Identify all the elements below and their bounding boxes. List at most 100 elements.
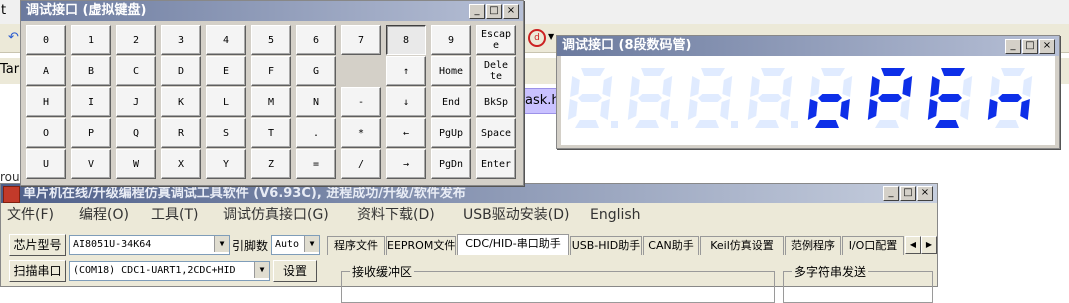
digit-6-segment-e — [867, 99, 878, 120]
key-i[interactable]: I — [71, 87, 111, 117]
key-7[interactable]: 7 — [341, 25, 381, 55]
menu-debug[interactable]: 调试仿真接口(G) — [223, 204, 329, 226]
key-0[interactable]: 0 — [26, 25, 66, 55]
menu-program[interactable]: 编程(O) — [79, 204, 129, 226]
dropdown-arrow-icon[interactable]: ▼ — [548, 32, 554, 41]
key-d[interactable]: D — [161, 56, 201, 86]
key-5[interactable]: 5 — [251, 25, 291, 55]
debug-icon[interactable]: d — [528, 29, 546, 47]
maximize-button[interactable]: □ — [486, 4, 502, 19]
file-tab[interactable]: ask.h — [522, 88, 560, 114]
key-*[interactable]: * — [341, 118, 381, 148]
key-enter[interactable]: Enter — [476, 149, 516, 179]
port-select[interactable]: (COM18) CDC1-UART1,2CDC+HID ▼ — [69, 261, 270, 281]
key-e[interactable]: E — [206, 56, 246, 86]
digit-5-segment-a — [821, 68, 845, 76]
key-u[interactable]: U — [26, 149, 66, 179]
key-6[interactable]: 6 — [296, 25, 336, 55]
key-h[interactable]: H — [26, 87, 66, 117]
key-pgdn[interactable]: PgDn — [431, 149, 471, 179]
tab-can[interactable]: CAN助手 — [643, 236, 699, 255]
scan-port-button[interactable]: 扫描串口 — [9, 260, 66, 282]
chevron-down-icon[interactable]: ▼ — [254, 262, 269, 278]
key-t[interactable]: T — [251, 118, 291, 148]
menu-download[interactable]: 资料下载(D) — [357, 204, 435, 226]
key-k[interactable]: K — [161, 87, 201, 117]
settings-button[interactable]: 设置 — [273, 260, 317, 282]
minimize-button[interactable]: _ — [1005, 39, 1021, 54]
key-↑[interactable]: ↑ — [386, 56, 426, 86]
key-v[interactable]: V — [71, 149, 111, 179]
minimize-button[interactable]: _ — [883, 186, 899, 201]
tab-scroll-left-icon[interactable]: ◀ — [905, 236, 921, 254]
menu-tools[interactable]: 工具(T) — [151, 204, 198, 226]
digit-3-segment-b — [722, 76, 733, 97]
key-end[interactable]: End — [431, 87, 471, 117]
key-b[interactable]: B — [71, 56, 111, 86]
tab-keil-settings[interactable]: Keil仿真设置 — [700, 236, 784, 255]
key-w[interactable]: W — [116, 149, 156, 179]
digit-6-segment-d — [875, 120, 899, 128]
key-delete[interactable]: Dele te — [476, 56, 516, 86]
close-button[interactable]: × — [1039, 39, 1055, 54]
close-button[interactable]: × — [503, 4, 519, 19]
tab-io-config[interactable]: I/O口配置 — [842, 236, 904, 255]
digit-5-segment-b — [842, 76, 853, 97]
menu-usb-driver[interactable]: USB驱动安装(D) — [463, 204, 569, 226]
key-s[interactable]: S — [206, 118, 246, 148]
key-home[interactable]: Home — [431, 56, 471, 86]
chip-model-label[interactable]: 芯片型号 — [9, 234, 66, 256]
maximize-button[interactable]: □ — [1022, 39, 1038, 54]
key-.[interactable]: . — [296, 118, 336, 148]
tab-usb-hid[interactable]: USB-HID助手 — [570, 236, 642, 255]
key-2[interactable]: 2 — [116, 25, 156, 55]
key-/[interactable]: / — [341, 149, 381, 179]
key-4[interactable]: 4 — [206, 25, 246, 55]
key-y[interactable]: Y — [206, 149, 246, 179]
key-r[interactable]: R — [161, 118, 201, 148]
digit-3-decimal-point — [731, 121, 738, 128]
key-→[interactable]: → — [386, 149, 426, 179]
key-j[interactable]: J — [116, 87, 156, 117]
tab-examples[interactable]: 范例程序 — [785, 236, 841, 255]
close-button[interactable]: × — [917, 186, 933, 201]
key-pgup[interactable]: PgUp — [431, 118, 471, 148]
pins-select[interactable]: Auto ▼ — [271, 235, 320, 255]
undo-icon[interactable]: ↶ — [8, 30, 19, 45]
tab-program-file[interactable]: 程序文件 — [327, 236, 385, 255]
key-escape[interactable]: Escap e — [476, 25, 516, 55]
key-f[interactable]: F — [251, 56, 291, 86]
key-c[interactable]: C — [116, 56, 156, 86]
key--[interactable]: - — [341, 87, 381, 117]
key-↓[interactable]: ↓ — [386, 87, 426, 117]
segment-display-panel — [561, 56, 1055, 145]
tab-serial-assistant[interactable]: CDC/HID-串口助手 — [457, 234, 569, 255]
key-bksp[interactable]: BkSp — [476, 87, 516, 117]
key-o[interactable]: O — [26, 118, 66, 148]
key-9[interactable]: 9 — [431, 25, 471, 55]
key-←[interactable]: ← — [386, 118, 426, 148]
key-p[interactable]: P — [71, 118, 111, 148]
key-=[interactable]: = — [296, 149, 336, 179]
key-a[interactable]: A — [26, 56, 66, 86]
chip-model-select[interactable]: AI8051U-34K64 ▼ — [69, 235, 230, 255]
key-m[interactable]: M — [251, 87, 291, 117]
tab-scroll-right-icon[interactable]: ▶ — [921, 236, 937, 254]
chevron-down-icon[interactable]: ▼ — [304, 236, 319, 252]
tab-eeprom-file[interactable]: EEPROM文件 — [386, 236, 456, 255]
key-z[interactable]: Z — [251, 149, 291, 179]
key-1[interactable]: 1 — [71, 25, 111, 55]
key-space[interactable]: Space — [476, 118, 516, 148]
menu-file[interactable]: 文件(F) — [7, 204, 54, 226]
minimize-button[interactable]: _ — [469, 4, 485, 19]
maximize-button[interactable]: □ — [900, 186, 916, 201]
key-x[interactable]: X — [161, 149, 201, 179]
key-g[interactable]: G — [296, 56, 336, 86]
key-3[interactable]: 3 — [161, 25, 201, 55]
key-l[interactable]: L — [206, 87, 246, 117]
chevron-down-icon[interactable]: ▼ — [214, 236, 229, 252]
menu-english[interactable]: English — [590, 204, 641, 226]
key-q[interactable]: Q — [116, 118, 156, 148]
key-8[interactable]: 8 — [386, 25, 426, 55]
key-n[interactable]: N — [296, 87, 336, 117]
